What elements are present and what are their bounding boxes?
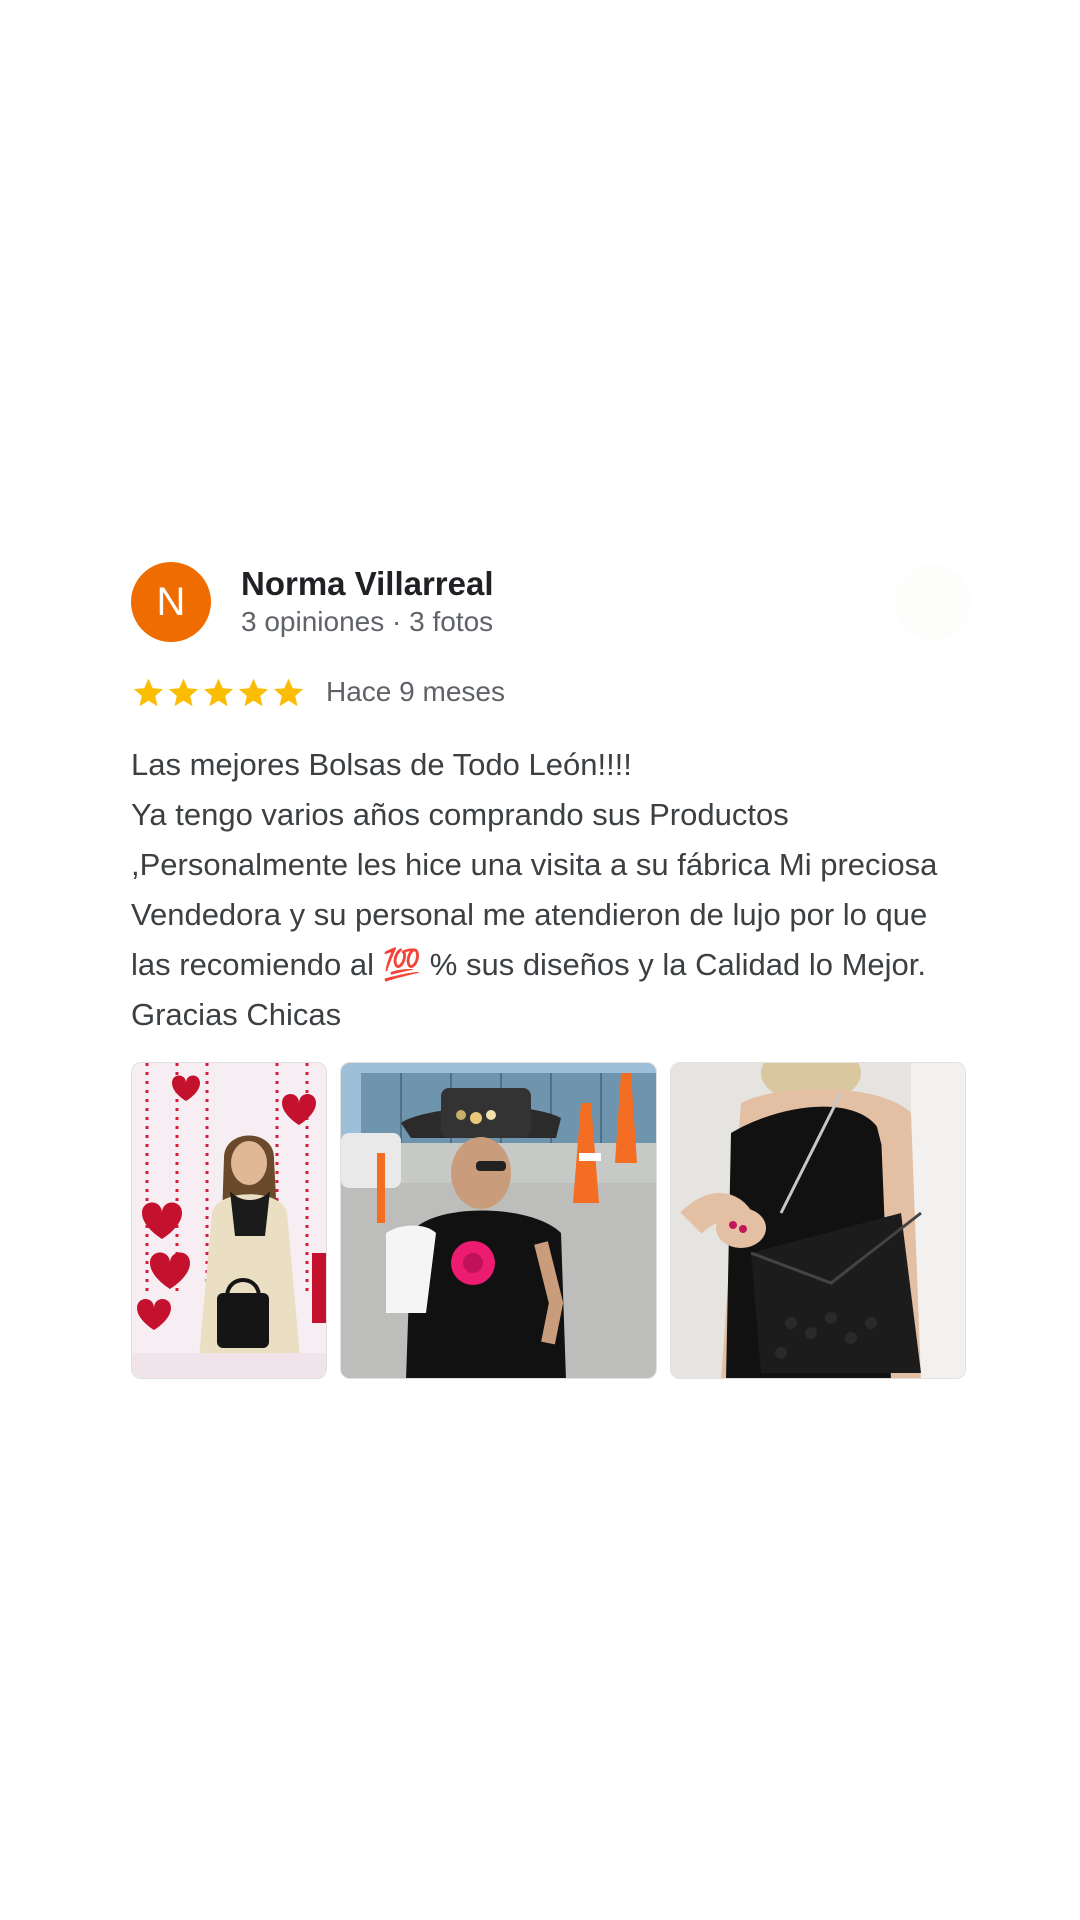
review-photo[interactable] [340, 1062, 657, 1379]
review-date: Hace 9 meses [326, 676, 505, 707]
star-rating [131, 675, 306, 710]
review-text-body: Ya tengo varios años comprando sus Produ… [131, 797, 938, 1032]
photo-woman-valentine-backdrop-icon [132, 1063, 326, 1378]
photo-woman-black-handbag-icon [671, 1063, 965, 1378]
review-text-headline: Las mejores Bolsas de Todo León!!!! [131, 747, 632, 782]
author-avatar[interactable]: N [131, 562, 211, 642]
avatar-letter: N [156, 579, 186, 624]
photo-woman-hat-street-icon [341, 1063, 656, 1378]
more-options-button[interactable] [895, 564, 971, 640]
star-icon [133, 678, 164, 706]
review-photos [131, 1062, 971, 1379]
rating-row: Hace 9 meses [131, 672, 971, 712]
review-photo[interactable] [131, 1062, 327, 1379]
review-photo[interactable] [670, 1062, 966, 1379]
review-card: N Norma Villarreal 3 opiniones · 3 fotos… [131, 560, 971, 1379]
star-icon [168, 678, 199, 706]
review-header: N Norma Villarreal 3 opiniones · 3 fotos [131, 560, 971, 644]
review-text: Las mejores Bolsas de Todo León!!!! Ya t… [131, 740, 971, 1040]
author-name[interactable]: Norma Villarreal [241, 564, 494, 604]
author-block[interactable]: Norma Villarreal 3 opiniones · 3 fotos [241, 564, 494, 640]
author-meta: 3 opiniones · 3 fotos [241, 606, 494, 637]
star-icon [203, 678, 234, 706]
star-icon [238, 678, 269, 706]
star-icon [273, 678, 304, 706]
